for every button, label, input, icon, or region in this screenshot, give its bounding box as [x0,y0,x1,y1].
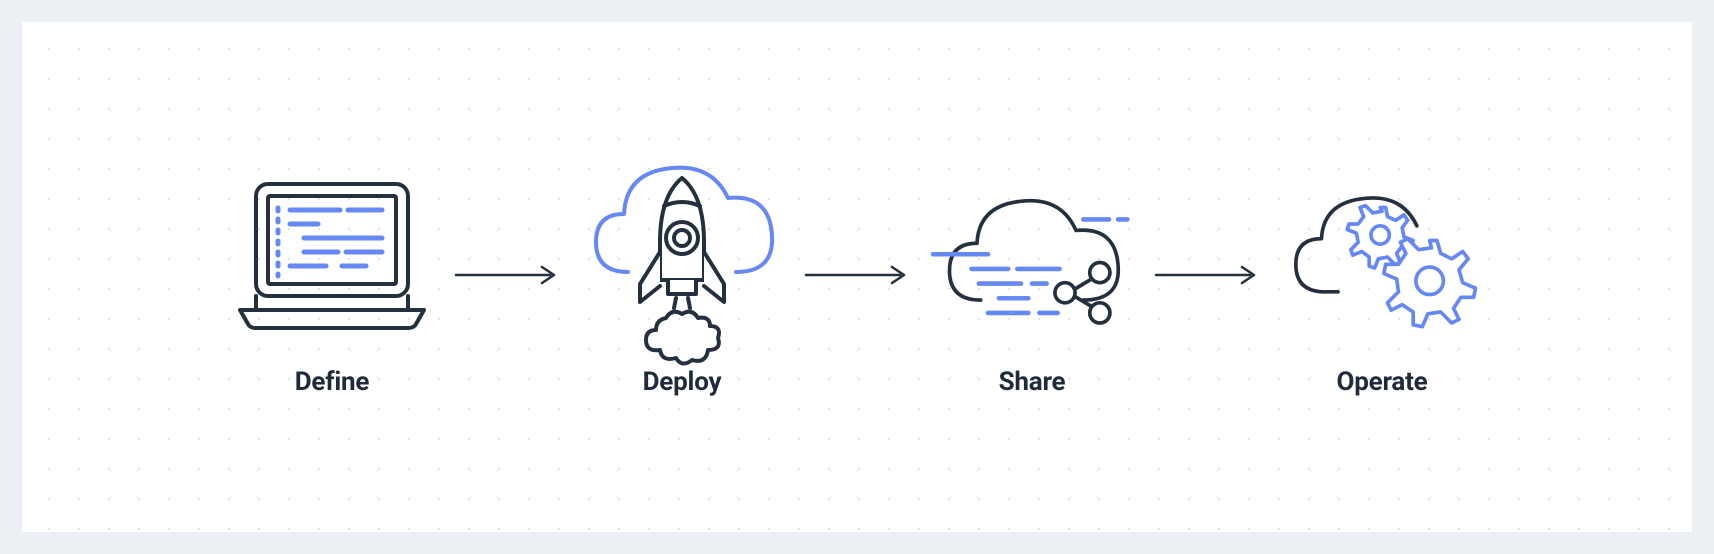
diagram-frame: Define [0,0,1714,554]
arrow-icon [442,175,572,379]
arrow-icon [1142,175,1272,379]
step-define: Define [222,157,442,397]
arrow-icon [792,175,922,379]
workflow-row: Define [22,157,1692,397]
step-label: Share [999,367,1066,397]
step-operate: Operate [1272,157,1492,397]
cloud-share-icon [922,157,1142,357]
cloud-rocket-icon [572,157,792,357]
cloud-gears-icon [1272,157,1492,357]
step-deploy: Deploy [572,157,792,397]
step-label: Operate [1336,367,1427,397]
step-share: Share [922,157,1142,397]
diagram-canvas: Define [22,22,1692,532]
laptop-code-icon [222,157,442,357]
step-label: Deploy [643,367,722,397]
step-label: Define [295,367,370,397]
